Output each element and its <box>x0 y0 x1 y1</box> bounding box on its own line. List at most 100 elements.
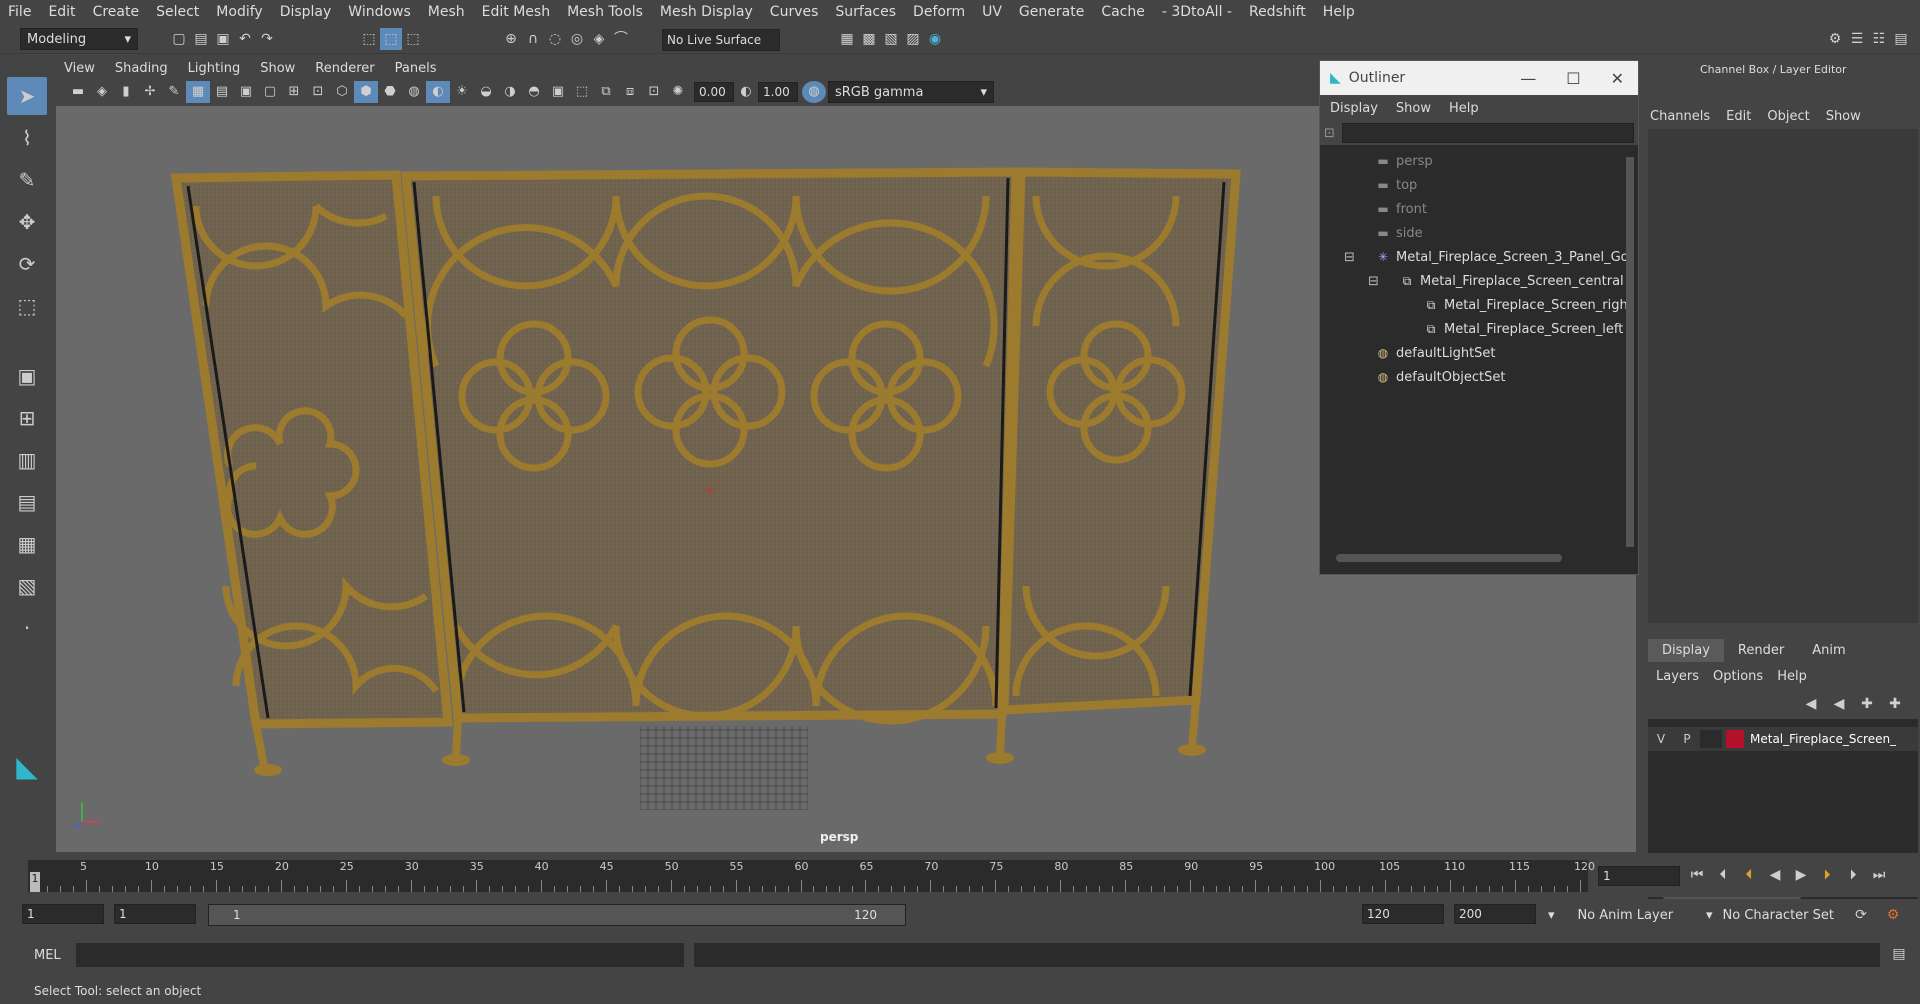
ipr-render-icon[interactable]: ▧ <box>880 28 902 50</box>
channel-menu-show[interactable]: Show <box>1826 109 1861 124</box>
modeling-toolkit-icon[interactable]: ⚙ <box>1824 28 1846 50</box>
viewport-menu-show[interactable]: Show <box>260 61 295 76</box>
render-layout-icon[interactable]: ▧ <box>7 567 47 605</box>
start-frame-field[interactable]: 1 <box>22 904 104 924</box>
render-view-icon[interactable]: ▦ <box>836 28 858 50</box>
current-time-marker[interactable]: 1 <box>30 872 40 892</box>
tab-anim[interactable]: Anim <box>1798 639 1859 662</box>
field-chart-icon[interactable]: ⊞ <box>282 81 306 103</box>
menu-mesh-tools[interactable]: Mesh Tools <box>567 4 643 20</box>
snap-point-icon[interactable]: ◌ <box>544 28 566 50</box>
attribute-editor-icon[interactable]: ☰ <box>1846 28 1868 50</box>
play-forward-icon[interactable]: ▶ <box>1790 864 1812 886</box>
layer-menu-help[interactable]: Help <box>1777 669 1807 684</box>
select-object-icon[interactable]: ⬚ <box>380 28 402 50</box>
move-layer-up-icon[interactable]: ◀ <box>1800 693 1822 715</box>
graph-layout-icon[interactable]: ▦ <box>7 525 47 563</box>
mel-input[interactable] <box>76 943 684 967</box>
tool-settings-icon[interactable]: ☷ <box>1868 28 1890 50</box>
grid-toggle-icon[interactable]: ▦ <box>186 81 210 103</box>
menu-mesh-display[interactable]: Mesh Display <box>660 4 753 20</box>
collapse-layouts-icon[interactable]: · <box>7 609 47 647</box>
viewport-menu-shading[interactable]: Shading <box>115 61 168 76</box>
outliner-vscrollbar[interactable] <box>1626 157 1634 547</box>
snap-surface-icon[interactable]: ◈ <box>588 28 610 50</box>
outliner-item[interactable]: ⊟ ✳ Metal_Fireplace_Screen_3_Panel_Gol <box>1320 245 1638 269</box>
script-editor-icon[interactable]: ▤ <box>1888 943 1910 965</box>
xray-joints-icon[interactable]: ⧈ <box>618 81 642 103</box>
outliner-item[interactable]: ▬ persp <box>1320 149 1638 173</box>
paint-select-icon[interactable]: ✎ <box>7 161 47 199</box>
film-gate-icon[interactable]: ▤ <box>210 81 234 103</box>
xray-active-icon[interactable]: ⊡ <box>642 81 666 103</box>
outliner-menu-show[interactable]: Show <box>1396 101 1431 116</box>
menu-select[interactable]: Select <box>156 4 199 20</box>
grease-pencil-icon[interactable]: ✎ <box>162 81 186 103</box>
smooth-shade-icon[interactable]: ⬢ <box>354 81 378 103</box>
outliner-search-input[interactable] <box>1342 123 1634 143</box>
render-settings-icon[interactable]: ▨ <box>902 28 924 50</box>
next-key-icon[interactable]: ⏵ <box>1816 864 1838 886</box>
move-layer-down-icon[interactable]: ◀ <box>1828 693 1850 715</box>
outliner-item[interactable]: ▬ front <box>1320 197 1638 221</box>
menu-windows[interactable]: Windows <box>348 4 411 20</box>
use-lights-icon[interactable]: ◐ <box>426 81 450 103</box>
depth-of-field-icon[interactable]: ▣ <box>546 81 570 103</box>
auto-key-icon[interactable]: ⟳ <box>1850 904 1872 926</box>
snap-grid-icon[interactable]: ⊕ <box>500 28 522 50</box>
viewport-menu-panels[interactable]: Panels <box>395 61 437 76</box>
wireframe-icon[interactable]: ⬡ <box>330 81 354 103</box>
step-back-icon[interactable]: ⏴ <box>1712 864 1734 886</box>
gamma-icon[interactable]: ◐ <box>734 81 758 103</box>
outliner-item[interactable]: ▬ side <box>1320 221 1638 245</box>
channel-menu-edit[interactable]: Edit <box>1726 109 1751 124</box>
menu-uv[interactable]: UV <box>982 4 1002 20</box>
scale-tool-icon[interactable]: ⬚ <box>7 287 47 325</box>
menu-generate[interactable]: Generate <box>1019 4 1084 20</box>
camera-bookmark-icon[interactable]: ◈ <box>90 81 114 103</box>
collapse-icon[interactable]: ⊟ <box>1344 250 1355 265</box>
outliner-hscrollbar[interactable] <box>1336 554 1562 562</box>
go-to-end-icon[interactable]: ⏭ <box>1868 864 1890 886</box>
menu-edit-mesh[interactable]: Edit Mesh <box>482 4 550 20</box>
new-layer-selected-icon[interactable]: ✚ <box>1884 693 1906 715</box>
open-scene-icon[interactable]: ▤ <box>190 28 212 50</box>
exposure-icon[interactable]: ✺ <box>666 81 690 103</box>
layer-menu-layers[interactable]: Layers <box>1656 669 1699 684</box>
anim-prefs-icon[interactable]: ⚙ <box>1882 904 1904 926</box>
wireframe-on-shaded-icon[interactable]: ⬣ <box>378 81 402 103</box>
select-component-icon[interactable]: ⬚ <box>402 28 424 50</box>
layer-name[interactable]: Metal_Fireplace_Screen_ <box>1750 732 1896 746</box>
viewport-menu-lighting[interactable]: Lighting <box>188 61 241 76</box>
range-slider-bar[interactable]: 1 120 <box>208 904 906 926</box>
layer-color-swatch[interactable] <box>1726 730 1744 748</box>
motion-blur-icon[interactable]: ◑ <box>498 81 522 103</box>
outliner-layout-icon[interactable]: ▤ <box>7 483 47 521</box>
live-surface-field[interactable]: No Live Surface <box>662 29 780 51</box>
anim-layer-dropdown[interactable]: ▾ No Anim Layer <box>1542 904 1702 926</box>
filter-icon[interactable]: ⊡ <box>1324 126 1342 141</box>
undo-icon[interactable]: ↶ <box>234 28 256 50</box>
channel-menu-object[interactable]: Object <box>1767 109 1809 124</box>
playback-start-field[interactable]: 1 <box>114 904 196 924</box>
channel-box-icon[interactable]: ▤ <box>1890 28 1912 50</box>
minimize-icon[interactable]: — <box>1520 69 1536 88</box>
safe-action-icon[interactable]: ⊡ <box>306 81 330 103</box>
viewport-menu-view[interactable]: View <box>64 61 95 76</box>
snap-live-icon[interactable]: ⌒ <box>610 28 632 50</box>
gamma-field[interactable]: 1.00 <box>758 82 798 102</box>
menu-deform[interactable]: Deform <box>913 4 965 20</box>
new-scene-icon[interactable]: ▢ <box>168 28 190 50</box>
outliner-item[interactable]: ⧉ Metal_Fireplace_Screen_righ <box>1320 293 1638 317</box>
gate-mask-icon[interactable]: ▢ <box>258 81 282 103</box>
tab-display[interactable]: Display <box>1648 639 1724 662</box>
shadows-icon[interactable]: ☀ <box>450 81 474 103</box>
colorspace-dropdown[interactable]: sRGB gamma ▾ <box>828 81 994 103</box>
outliner-item[interactable]: ⧉ Metal_Fireplace_Screen_left <box>1320 317 1638 341</box>
layer-row[interactable]: V P Metal_Fireplace_Screen_ <box>1648 727 1918 751</box>
menu-cache[interactable]: Cache <box>1101 4 1145 20</box>
camera-attributes-icon[interactable]: ▬ <box>66 81 90 103</box>
new-layer-icon[interactable]: ✚ <box>1856 693 1878 715</box>
character-set-dropdown[interactable]: ▾ No Character Set <box>1700 904 1850 926</box>
outliner-item[interactable]: ◍ defaultObjectSet <box>1320 365 1638 389</box>
